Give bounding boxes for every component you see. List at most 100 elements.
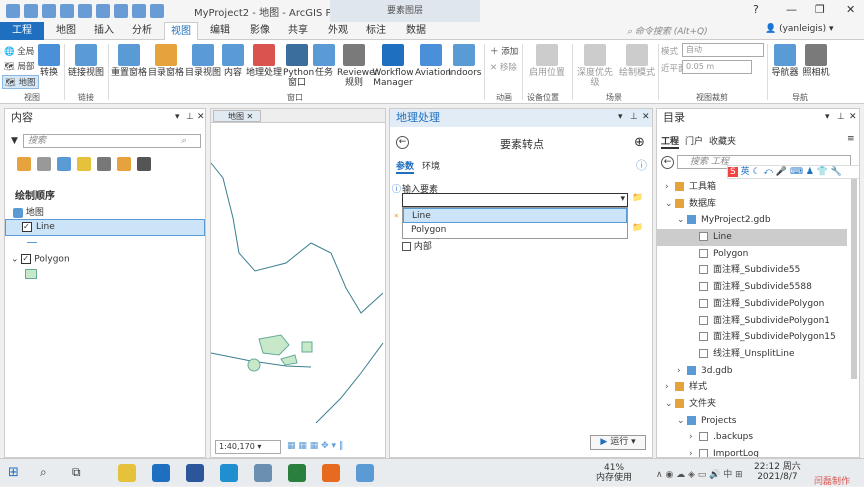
user-account[interactable]: 👤 (yanleigis) ▾ bbox=[765, 24, 833, 34]
catalog-item[interactable]: 面注释_SubdividePolygon15 bbox=[657, 329, 847, 346]
new-icon[interactable] bbox=[6, 4, 20, 18]
expand-arrow-icon[interactable]: › bbox=[689, 429, 699, 446]
minimize-icon[interactable]: — bbox=[786, 3, 797, 16]
close-icon[interactable]: ✕ bbox=[846, 3, 855, 16]
camera-button[interactable]: 照相机 bbox=[801, 44, 831, 78]
input-features-select[interactable]: ▾ bbox=[402, 193, 628, 207]
expand-arrow-icon[interactable]: › bbox=[665, 179, 675, 196]
app-icon[interactable] bbox=[254, 464, 272, 482]
pane-menu-icon[interactable]: ▾ bbox=[825, 112, 830, 122]
catalog-item[interactable]: ⌄ Projects bbox=[657, 413, 847, 430]
tab-parameters[interactable]: 参数 bbox=[396, 159, 415, 174]
near-plane-input[interactable]: 0.05 m bbox=[682, 60, 752, 74]
tab-imagery[interactable]: 影像 bbox=[244, 22, 276, 40]
tab-environments[interactable]: 环境 bbox=[422, 159, 440, 172]
tab-catalog-favorites[interactable]: 收藏夹 bbox=[709, 134, 736, 147]
map-tab[interactable]: 地图 ✕ bbox=[213, 110, 261, 122]
folder-icon[interactable]: 📁 bbox=[632, 223, 643, 233]
enable-location-button[interactable]: 启用位置 bbox=[527, 44, 567, 78]
firefox-icon[interactable] bbox=[322, 464, 340, 482]
tab-appearance[interactable]: 外观 bbox=[322, 22, 354, 40]
animation-add-button[interactable]: ＋ 添加 bbox=[490, 45, 518, 57]
animation-remove-button[interactable]: ✕ 移除 bbox=[490, 61, 517, 73]
tab-catalog-project[interactable]: 工程 bbox=[661, 134, 680, 149]
catalog-scrollbar[interactable] bbox=[851, 179, 857, 379]
convert-button[interactable]: 转换 bbox=[38, 44, 60, 78]
reviewer-rules-button[interactable]: Reviewer 规则 bbox=[337, 44, 378, 88]
catalog-item[interactable]: 面注释_Subdivide5588 bbox=[657, 279, 847, 296]
catalog-item[interactable]: Line bbox=[657, 229, 847, 246]
view-local-button[interactable]: 🗺 局部 bbox=[4, 60, 35, 72]
list-by-editing-icon[interactable] bbox=[77, 157, 91, 171]
filter-icon[interactable]: ▼ bbox=[11, 136, 18, 146]
catalog-item[interactable]: ⌄ 文件夹 bbox=[657, 396, 847, 413]
back-icon[interactable]: ← bbox=[661, 156, 674, 169]
tab-analysis[interactable]: 分析 bbox=[126, 22, 158, 40]
add-icon[interactable]: ⊕ bbox=[634, 135, 645, 150]
tab-edit[interactable]: 编辑 bbox=[204, 22, 236, 40]
tab-map[interactable]: 地图 bbox=[50, 22, 82, 40]
catalog-item[interactable]: ⌄ MyProject2.gdb bbox=[657, 212, 847, 229]
map-view[interactable]: 地图 ✕ 1:40,170 ▾ ▦ ▦ ▦ ✥ ▾ ‖ bbox=[210, 108, 386, 458]
arcgis-icon[interactable] bbox=[288, 464, 306, 482]
file-explorer-icon[interactable] bbox=[118, 464, 136, 482]
view-map-button[interactable]: 🗺 地图 bbox=[2, 75, 39, 89]
save-as-icon[interactable] bbox=[60, 4, 74, 18]
task-view-icon[interactable]: ⧉ bbox=[72, 465, 81, 480]
list-by-source-icon[interactable] bbox=[37, 157, 51, 171]
view-global-button[interactable]: 🌐 全局 bbox=[4, 45, 34, 57]
catalog-item[interactable]: 线注释_UnsplitLine bbox=[657, 346, 847, 363]
pane-menu-icon[interactable]: ▾ bbox=[618, 112, 623, 122]
expand-arrow-icon[interactable]: › bbox=[689, 446, 699, 457]
close-icon[interactable]: ✕ bbox=[197, 112, 205, 122]
help-icon[interactable]: ? bbox=[753, 3, 759, 16]
save-icon[interactable] bbox=[42, 4, 56, 18]
layer-line-row[interactable]: ✓ Line bbox=[5, 219, 205, 236]
close-icon[interactable]: ✕ bbox=[642, 112, 650, 122]
command-search-input[interactable]: ⌕ 命令搜索 (Alt+Q) bbox=[627, 24, 752, 38]
search-icon[interactable]: ⌕ bbox=[40, 465, 47, 480]
map-status-icons[interactable]: ▦ ▦ ▦ ✥ ▾ ‖ bbox=[287, 441, 343, 451]
select-icon[interactable] bbox=[150, 4, 164, 18]
clock[interactable]: 22:12 周六 2021/8/7 bbox=[754, 462, 801, 482]
catalog-item[interactable]: 面注释_SubdividePolygon bbox=[657, 296, 847, 313]
depth-priority-button[interactable]: 深度优先级 bbox=[575, 44, 615, 88]
tab-project[interactable]: 工程 bbox=[0, 22, 44, 40]
catalog-view-button[interactable]: 目录视图 bbox=[185, 44, 221, 78]
word-icon[interactable] bbox=[186, 464, 204, 482]
python-window-button[interactable]: Python 窗口 bbox=[283, 44, 314, 88]
dropdown-option-polygon[interactable]: Polygon bbox=[403, 223, 627, 238]
add-data-icon[interactable] bbox=[114, 4, 128, 18]
catalog-item[interactable]: › 样式 bbox=[657, 379, 847, 396]
layer-polygon-checkbox[interactable]: ✓ bbox=[21, 254, 32, 264]
catalog-pane-button[interactable]: 目录窗格 bbox=[148, 44, 184, 78]
link-view-button[interactable]: 链接视图 bbox=[68, 44, 104, 78]
expand-arrow-icon[interactable]: ⌄ bbox=[665, 396, 675, 413]
map-canvas[interactable] bbox=[211, 123, 385, 433]
start-icon[interactable]: ⊞ bbox=[8, 465, 19, 480]
help-icon[interactable]: ⓘ bbox=[636, 157, 647, 173]
inside-option[interactable]: 内部 bbox=[402, 239, 432, 252]
aviation-button[interactable]: Aviation bbox=[415, 44, 451, 78]
undo-icon[interactable] bbox=[78, 4, 92, 18]
reset-panes-button[interactable]: 重置窗格 bbox=[111, 44, 147, 78]
pin-icon[interactable]: ⊥ bbox=[837, 112, 845, 122]
catalog-item[interactable]: Polygon bbox=[657, 246, 847, 263]
dropdown-option-line[interactable]: Line bbox=[403, 208, 627, 223]
tab-insert[interactable]: 插入 bbox=[88, 22, 120, 40]
open-icon[interactable] bbox=[24, 4, 38, 18]
tab-data[interactable]: 数据 bbox=[400, 22, 432, 40]
indoors-button[interactable]: Indoors bbox=[448, 44, 481, 78]
list-by-snapping-icon[interactable] bbox=[97, 157, 111, 171]
close-icon[interactable]: ✕ bbox=[849, 112, 857, 122]
catalog-item[interactable]: › .backups bbox=[657, 429, 847, 446]
workflow-manager-button[interactable]: Workflow Manager bbox=[372, 44, 414, 88]
explore-icon[interactable] bbox=[132, 4, 146, 18]
list-by-perspective-icon[interactable] bbox=[137, 157, 151, 171]
pin-icon[interactable]: ⊥ bbox=[630, 112, 638, 122]
expand-arrow-icon[interactable]: ⌄ bbox=[677, 212, 687, 229]
expand-arrow-icon[interactable]: › bbox=[665, 379, 675, 396]
expand-arrow-icon[interactable]: ⌄ bbox=[677, 413, 687, 430]
restore-icon[interactable]: ❐ bbox=[815, 3, 825, 16]
expand-arrow-icon[interactable]: ⌄ bbox=[665, 196, 675, 213]
